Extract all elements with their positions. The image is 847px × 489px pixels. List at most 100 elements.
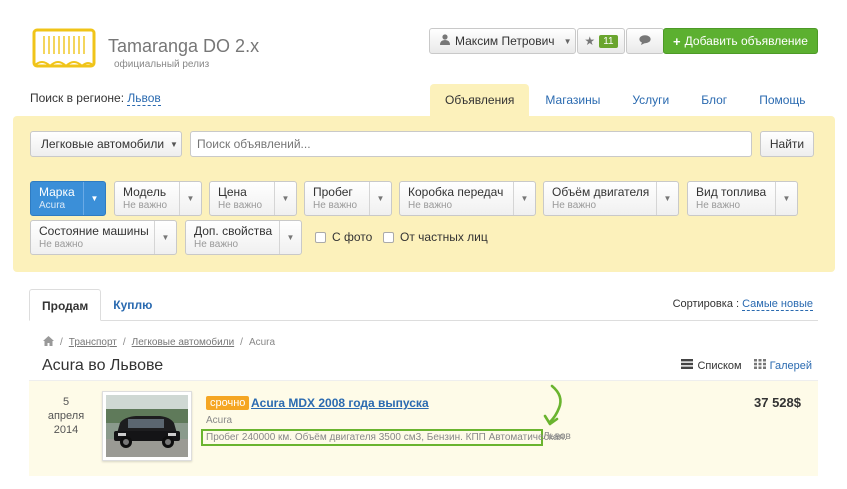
urgent-badge: срочно (206, 396, 250, 410)
filter-value: Не важно (696, 200, 741, 211)
chat-bubble-icon (639, 34, 651, 48)
annotation-arrow-icon (543, 384, 562, 426)
filter-label: Объём двигателя (552, 185, 650, 199)
main-nav: Объявления Магазины Услуги Блог Помощь (430, 84, 822, 116)
listing-date-day: 5 апреля (47, 396, 85, 422)
tab-sell[interactable]: Продам (29, 289, 102, 321)
sort-label: Сортировка : (672, 298, 740, 310)
checkbox-box[interactable] (383, 231, 394, 243)
plus-icon: + (673, 33, 681, 49)
filter-label: Доп. свойства (194, 224, 273, 238)
breadcrumb-current: Acura (248, 337, 276, 348)
nav-tab-help[interactable]: Помощь (743, 84, 821, 116)
home-icon[interactable] (43, 336, 54, 349)
brand-title[interactable]: Tamaranga DO 2.x (108, 36, 259, 57)
view-list-option[interactable]: Списком (681, 359, 742, 372)
breadcrumb: / Транспорт / Легковые автомобили / Acur… (43, 336, 275, 349)
chevron-down-icon: ▼ (369, 182, 391, 215)
filter-model[interactable]: Модель Не важно ▼ (114, 181, 202, 216)
filter-label: Вид топлива (696, 185, 767, 199)
listing-thumbnail[interactable] (102, 391, 192, 461)
list-icon (681, 359, 694, 372)
filter-mileage[interactable]: Пробег Не важно ▼ (304, 181, 392, 216)
filter-brand[interactable]: Марка Acura ▼ (30, 181, 106, 216)
filter-value: Не важно (408, 200, 453, 211)
chevron-down-icon: ▼ (274, 182, 296, 215)
chevron-down-icon: ▼ (83, 182, 105, 215)
category-label: Легковые автомобили (41, 137, 165, 151)
chevron-down-icon: ▼ (179, 182, 201, 215)
category-dropdown[interactable]: Легковые автомобили ▼ (30, 131, 182, 157)
view-switcher: Списком Галерeй (681, 359, 812, 372)
chevron-down-icon: ▼ (656, 182, 678, 215)
messages-button[interactable] (626, 28, 664, 54)
filter-value: Не важно (218, 200, 263, 211)
filter-label: Марка (39, 185, 75, 199)
filter-price[interactable]: Цена Не важно ▼ (209, 181, 297, 216)
listing-title-link[interactable]: Acura MDX 2008 года выпуска (251, 396, 429, 410)
chevron-down-icon: ▼ (170, 139, 178, 149)
nav-tab-listings[interactable]: Объявления (430, 84, 530, 116)
filter-value: Не важно (39, 239, 84, 250)
chevron-down-icon: ▼ (563, 36, 572, 46)
filter-transmission[interactable]: Коробка передач Не важно ▼ (399, 181, 536, 216)
favorites-count-badge: 11 (599, 34, 618, 48)
view-gallery-label: Галерeй (769, 359, 812, 372)
sort-control: Сортировка : Самые новые (672, 298, 813, 311)
region-label: Поиск в регионе: (30, 91, 125, 105)
add-listing-label: Добавить объявление (684, 34, 808, 48)
checkbox-label: С фото (332, 230, 373, 244)
filter-value: Не важно (313, 200, 358, 211)
filter-label: Коробка передач (408, 185, 504, 199)
car-photo (106, 395, 188, 457)
nav-tab-blog[interactable]: Блог (685, 84, 743, 116)
filter-label: Пробег (313, 185, 353, 199)
chevron-down-icon: ▼ (513, 182, 535, 215)
filter-fuel-type[interactable]: Вид топлива Не важно ▼ (687, 181, 798, 216)
breadcrumb-separator: / (122, 337, 126, 348)
brand-subtitle: официальный релиз (114, 59, 210, 70)
filter-value: Не важно (123, 200, 168, 211)
listing-date: 5 апреля 2014 (44, 395, 88, 437)
listing-date-year: 2014 (53, 424, 79, 436)
breadcrumb-transport[interactable]: Транспорт (69, 337, 117, 348)
chevron-down-icon: ▼ (279, 221, 301, 254)
listing-price: 37 528$ (754, 395, 801, 410)
page-title: Acura во Львове (42, 357, 164, 374)
filter-condition[interactable]: Состояние машины Не важно ▼ (30, 220, 177, 255)
private-sellers-checkbox[interactable]: От частных лиц (383, 230, 488, 244)
filter-value: Не важно (194, 239, 239, 250)
search-button[interactable]: Найти (760, 131, 814, 157)
checkbox-box[interactable] (315, 231, 326, 243)
add-listing-button[interactable]: + Добавить объявление (663, 28, 818, 54)
filter-extra-properties[interactable]: Доп. свойства Не важно ▼ (185, 220, 302, 255)
filter-label: Цена (218, 185, 247, 199)
view-list-label: Списком (697, 359, 742, 372)
tab-buy[interactable]: Куплю (101, 289, 164, 321)
with-photo-checkbox[interactable]: С фото (315, 230, 372, 244)
region-selector: Поиск в регионе: Львов (30, 91, 161, 106)
region-link[interactable]: Львов (127, 91, 161, 106)
search-input[interactable] (190, 131, 752, 157)
filter-engine-volume[interactable]: Объём двигателя Не важно ▼ (543, 181, 679, 216)
breadcrumb-cars[interactable]: Легковые автомобили (132, 337, 235, 348)
chevron-down-icon: ▼ (775, 182, 797, 215)
favorites-button[interactable]: ★ 11 (577, 28, 625, 54)
filter-label: Состояние машины (39, 224, 149, 238)
grid-icon (753, 359, 766, 372)
user-icon (440, 34, 450, 48)
nav-tab-shops[interactable]: Магазины (529, 84, 616, 116)
view-gallery-option[interactable]: Галерeй (753, 359, 812, 372)
filter-value: Не важно (552, 200, 597, 211)
breadcrumb-separator: / (60, 337, 63, 348)
user-name: Максим Петрович (455, 34, 555, 48)
filter-label: Модель (123, 185, 167, 199)
nav-tab-services[interactable]: Услуги (616, 84, 685, 116)
filter-value: Acura (39, 200, 66, 211)
user-menu-button[interactable]: Максим Петрович ▼ (429, 28, 576, 54)
breadcrumb-separator: / (240, 337, 243, 348)
brand-logo[interactable] (32, 26, 96, 72)
sort-value-link[interactable]: Самые новые (742, 298, 813, 311)
chevron-down-icon: ▼ (154, 221, 176, 254)
listing-brand: Acura (206, 415, 233, 426)
